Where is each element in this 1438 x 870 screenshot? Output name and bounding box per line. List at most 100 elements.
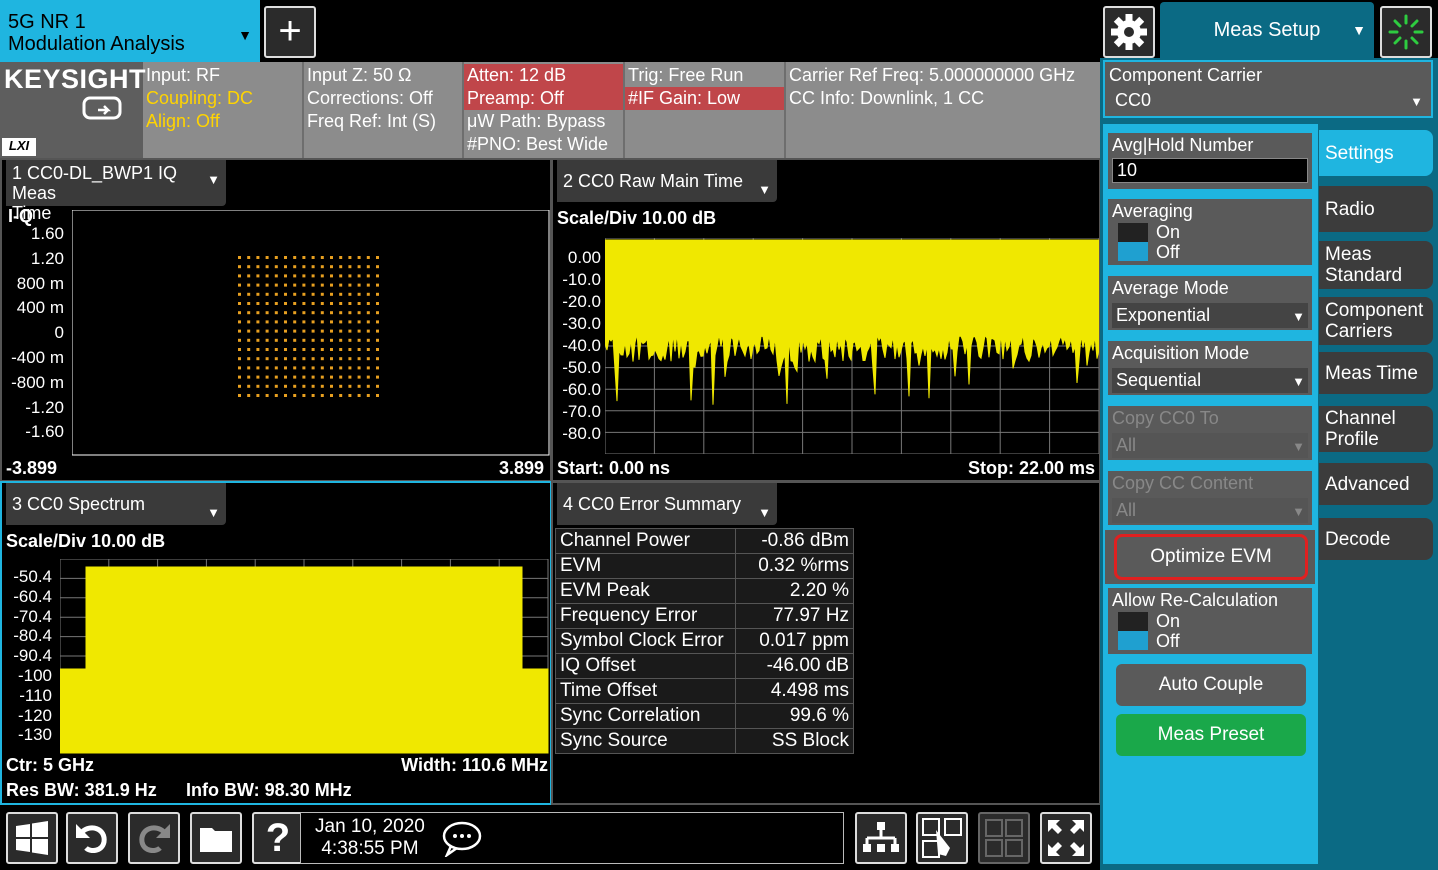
constellation-point (348, 384, 352, 388)
constellation-point (376, 292, 379, 296)
constellation-point (330, 338, 333, 342)
tab-decode[interactable]: Decode (1319, 518, 1433, 560)
avg-hold-number-control[interactable]: Avg|Hold Number 10 (1105, 130, 1315, 192)
meas-setup-menu[interactable]: Meas Setup ▼ (1160, 2, 1374, 60)
constellation-point (348, 292, 352, 296)
panel-title[interactable]: 1 CC0-DL_BWP1 IQ Meas Time ▼ (6, 160, 226, 223)
tab-radio[interactable]: Radio (1319, 186, 1433, 232)
status-bar[interactable]: Jan 10, 2020 4:38:55 PM (300, 812, 844, 864)
spinner-icon (1388, 14, 1424, 50)
panel-title-text: 2 CC0 Raw Main Time (563, 171, 744, 191)
constellation-point (330, 311, 333, 315)
auto-couple-button[interactable]: Auto Couple (1116, 664, 1306, 706)
undo-button[interactable] (66, 812, 118, 864)
help-button[interactable]: ? (252, 812, 304, 864)
averaging-toggle[interactable]: Averaging On Off (1105, 196, 1315, 268)
input-info[interactable]: Input: RF Coupling: DC Align: Off (143, 62, 304, 158)
constellation-point (376, 375, 379, 379)
res-bw-label: Res BW: 381.9 Hz (6, 780, 157, 800)
constellation-point (265, 265, 269, 269)
tab-advanced[interactable]: Advanced (1319, 463, 1433, 505)
message-icon[interactable] (441, 819, 483, 857)
constellation-point (274, 357, 278, 361)
table-row: Frequency Error 77.97 Hz (555, 603, 854, 629)
cc-dropdown[interactable]: CC0 ▼ (1109, 86, 1427, 115)
constellation-point (376, 338, 379, 342)
averaging-switch[interactable]: On Off (1118, 222, 1308, 262)
layout-button[interactable] (855, 812, 907, 864)
tab-channel-profile[interactable]: Channel Profile (1319, 406, 1433, 452)
add-screen-button[interactable]: + (264, 6, 316, 58)
constellation-point (348, 283, 352, 287)
metric-name: Time Offset (555, 678, 736, 704)
allow-recalc-switch[interactable]: On Off (1118, 611, 1308, 651)
carrier-ref-text: Carrier Ref Freq: 5.000000000 GHz (789, 65, 1076, 85)
panel-title[interactable]: 3 CC0 Spectrum ▼ (6, 483, 226, 525)
atten-info[interactable]: Atten: 12 dB Preamp: Off μW Path: Bypass… (464, 62, 625, 158)
metric-name: IQ Offset (555, 653, 736, 679)
constellation-point (339, 366, 343, 370)
trigger-info[interactable]: Trig: Free Run #IF Gain: Low (625, 62, 786, 158)
y-tick-label: -120 (17, 705, 52, 725)
fullscreen-button[interactable] (1040, 812, 1092, 864)
multi-view-button[interactable] (978, 812, 1030, 864)
constellation-point (376, 329, 379, 333)
allow-recalc-toggle[interactable]: Allow Re-Calculation On Off (1105, 585, 1315, 657)
tab-meas-standard[interactable]: Meas Standard (1319, 241, 1433, 289)
iq-panel[interactable]: 1 CC0-DL_BWP1 IQ Meas Time ▼ I-Q 1.60 1.2… (0, 158, 552, 482)
constellation-point (357, 256, 361, 259)
constellation-point (357, 302, 361, 305)
windows-icon (16, 821, 48, 855)
constellation-point (330, 394, 333, 397)
copy-cc-content-label: Copy CC Content (1112, 473, 1254, 493)
constellation-point (274, 348, 278, 351)
constellation-point (311, 375, 315, 379)
file-button[interactable] (190, 812, 242, 864)
constellation-point (302, 274, 306, 278)
constellation-point (302, 320, 306, 324)
avg-hold-input[interactable]: 10 (1112, 158, 1308, 183)
windows-button[interactable] (6, 812, 58, 864)
carrier-info[interactable]: Carrier Ref Freq: 5.000000000 GHz CC Inf… (786, 62, 1100, 158)
avg-hold-label: Avg|Hold Number (1112, 135, 1254, 155)
dropdown-arrow-icon: ▼ (758, 505, 771, 520)
average-mode-control[interactable]: Average Mode Exponential ▼ (1105, 273, 1315, 333)
constellation-point (376, 311, 379, 315)
metric-value: -46.00 dB (735, 653, 854, 679)
constellation-point (376, 302, 379, 305)
on-label: On (1156, 222, 1181, 242)
touch-zoom-button[interactable] (916, 812, 968, 864)
redo-button[interactable] (128, 812, 180, 864)
constellation-point (256, 357, 260, 361)
app-name: 5G NR 1 (8, 11, 86, 33)
tab-meas-time[interactable]: Meas Time (1319, 352, 1433, 394)
constellation-point (311, 292, 315, 296)
app-selector[interactable]: 5G NR 1 Modulation Analysis ▼ (0, 0, 260, 62)
acquisition-mode-dropdown[interactable]: Sequential ▼ (1112, 368, 1308, 393)
raw-time-panel[interactable]: 2 CC0 Raw Main Time ▼ Scale/Div 10.00 dB… (551, 158, 1101, 482)
metric-name: Sync Source (555, 728, 736, 754)
panel-title[interactable]: 4 CC0 Error Summary ▼ (557, 483, 777, 525)
meas-preset-button[interactable]: Meas Preset (1116, 714, 1306, 756)
panel-title[interactable]: 2 CC0 Raw Main Time ▼ (557, 160, 777, 202)
tab-component-carriers[interactable]: Component Carriers (1319, 297, 1433, 345)
constellation-point (247, 384, 251, 388)
impedance-info[interactable]: Input Z: 50 Ω Corrections: Off Freq Ref:… (304, 62, 464, 158)
input-text: Input: RF (146, 65, 221, 85)
table-row: Symbol Clock Error 0.017 ppm (555, 628, 854, 654)
spectrum-panel[interactable]: 3 CC0 Spectrum ▼ Scale/Div 10.00 dB -50.… (0, 481, 552, 805)
y-tick-label: -80.4 (13, 626, 52, 646)
tab-settings[interactable]: Settings (1319, 130, 1433, 176)
constellation-point (265, 394, 269, 397)
constellation-point (256, 384, 260, 388)
component-carrier-control[interactable]: Component Carrier CC0 ▼ (1103, 60, 1433, 118)
average-mode-dropdown[interactable]: Exponential ▼ (1112, 303, 1308, 328)
constellation-point (265, 292, 269, 296)
constellation-point (330, 366, 333, 370)
acquisition-mode-value: Sequential (1116, 370, 1202, 390)
panel-title-text: 4 CC0 Error Summary (563, 494, 742, 514)
constellation-point (357, 292, 361, 296)
acquisition-mode-control[interactable]: Acquisition Mode Sequential ▼ (1105, 338, 1315, 398)
optimize-evm-button[interactable]: Optimize EVM (1114, 534, 1308, 580)
settings-button[interactable] (1103, 6, 1155, 58)
